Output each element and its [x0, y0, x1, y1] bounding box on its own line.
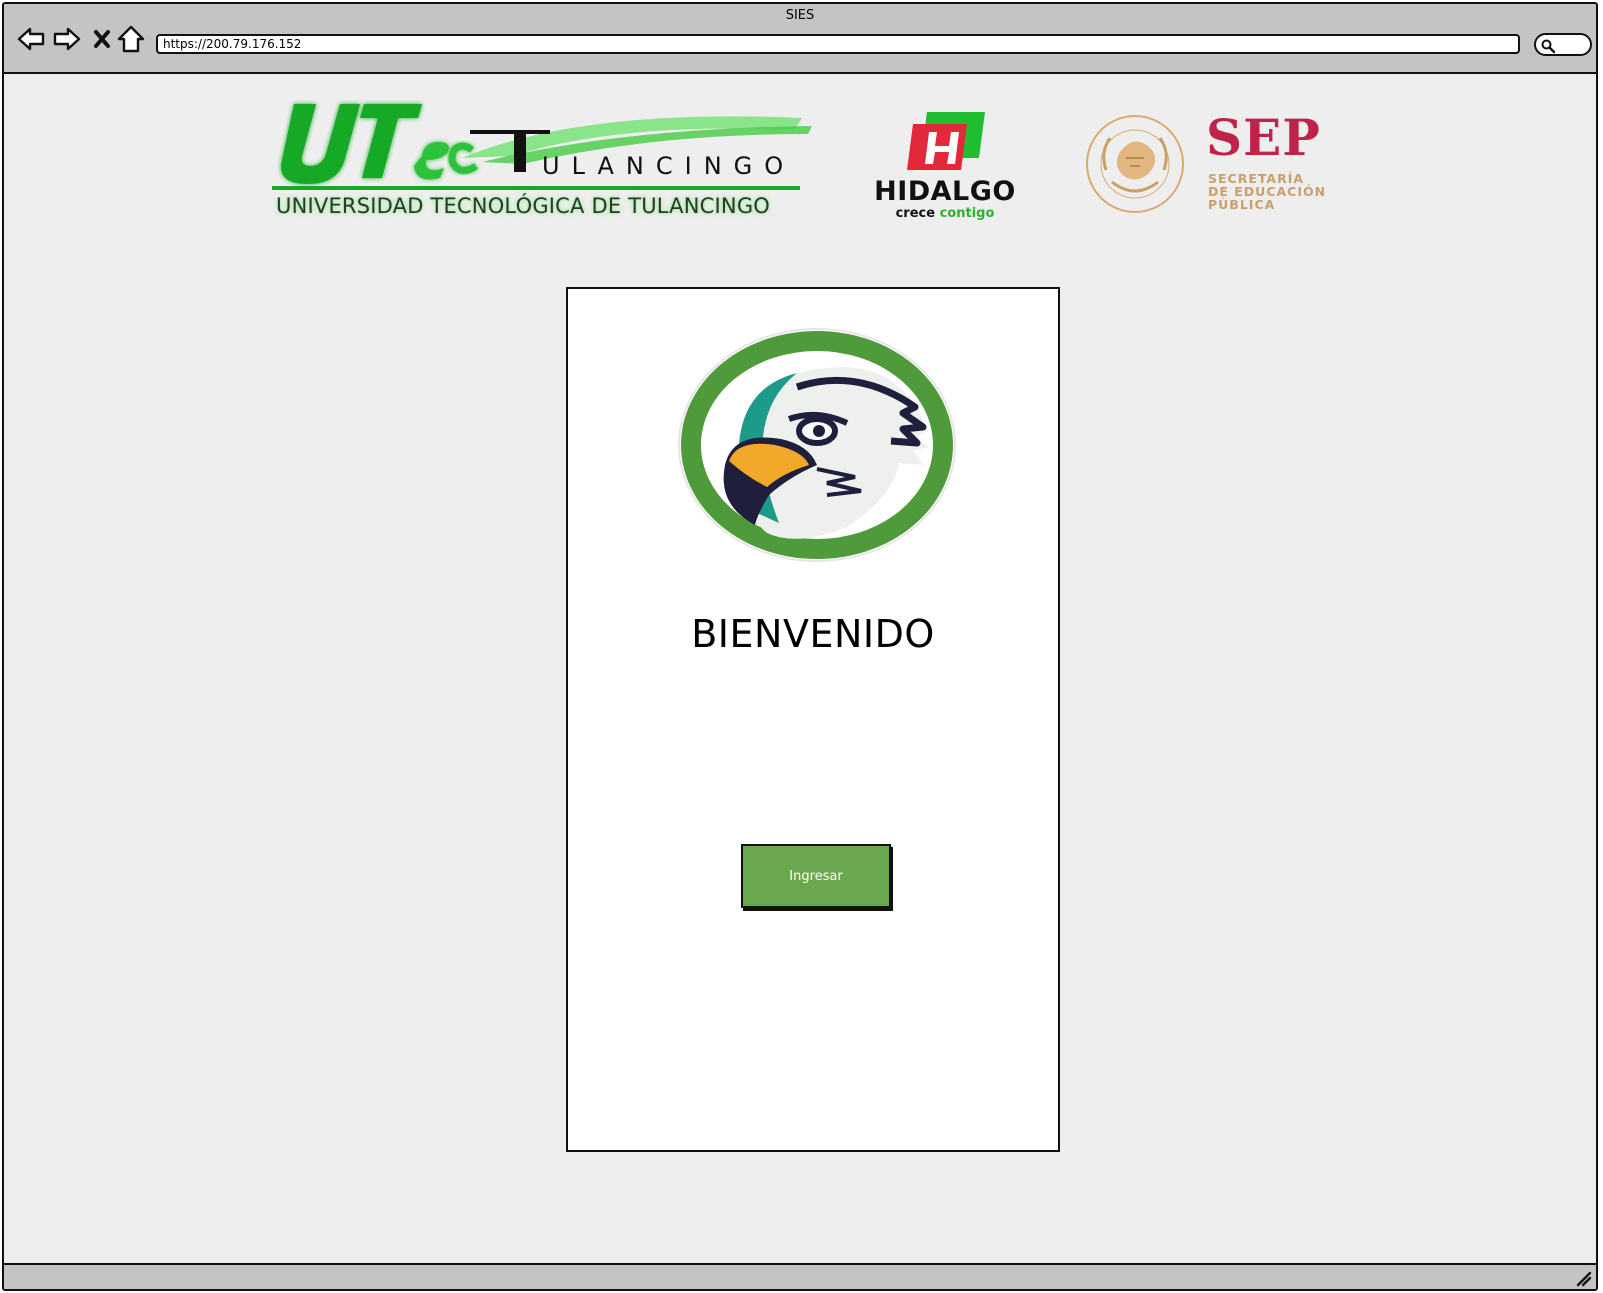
- arrow-right-icon: [53, 27, 81, 51]
- sep-subtitle: SECRETARÍA DE EDUCACIÓN PÚBLICA: [1208, 172, 1368, 211]
- arrow-left-icon: [17, 27, 45, 51]
- sep-subtitle-line: PÚBLICA: [1208, 197, 1276, 212]
- welcome-heading: BIENVENIDO: [691, 612, 935, 656]
- utec-name-line: ULANCINGO: [542, 152, 796, 180]
- hidalgo-tag-contigo: contigo: [939, 206, 995, 221]
- utec-subtitle: UNIVERSIDAD TECNOLÓGICA DE TULANCINGO: [276, 194, 771, 218]
- login-card: BIENVENIDO Ingresar: [566, 287, 1060, 1152]
- sep-title: SEP: [1206, 108, 1321, 167]
- utec-t-letter: [470, 130, 550, 172]
- close-icon: [94, 30, 110, 48]
- browser-toolbar: SIES https://200.79.176.152: [4, 4, 1596, 74]
- hidalgo-tagline: crece contigo: [870, 206, 1020, 221]
- hidalgo-tag-crece: crece: [895, 206, 936, 221]
- stop-button[interactable]: [88, 24, 118, 54]
- back-button[interactable]: [16, 24, 46, 54]
- forward-button[interactable]: [52, 24, 82, 54]
- utec-logo: ULANCINGO UNIVERSIDAD TECNOLÓGICA DE TUL…: [272, 100, 822, 230]
- hidalgo-h-icon: [907, 112, 985, 170]
- hidalgo-title: HIDALGO: [874, 176, 1016, 207]
- search-icon: [1541, 39, 1556, 54]
- mexico-seal-icon: [1086, 115, 1184, 213]
- search-button[interactable]: [1534, 33, 1592, 56]
- utec-divider: [272, 186, 800, 190]
- resize-grip-icon[interactable]: [1574, 1269, 1592, 1287]
- hidalgo-logo: HIDALGO crece contigo: [870, 110, 1020, 228]
- home-button[interactable]: [116, 24, 146, 54]
- address-bar[interactable]: https://200.79.176.152: [156, 34, 1520, 54]
- window-title: SIES: [785, 8, 815, 23]
- home-icon: [117, 25, 145, 53]
- login-button[interactable]: Ingresar: [741, 844, 891, 908]
- status-bar: [4, 1263, 1596, 1289]
- browser-window: SIES https://200.79.176.152 ULANCINGO UN…: [2, 2, 1598, 1291]
- sep-logo: SEP SECRETARÍA DE EDUCACIÓN PÚBLICA: [1080, 112, 1340, 222]
- falcon-mascot-logo: [678, 328, 956, 562]
